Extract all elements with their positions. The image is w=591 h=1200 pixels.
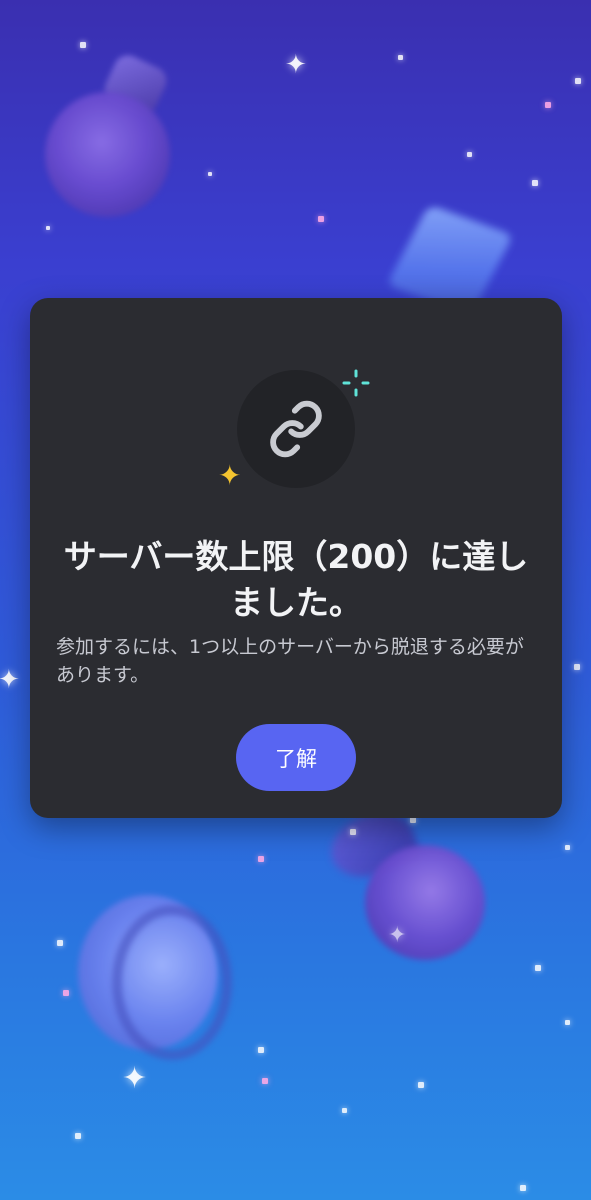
sparkle-decoration [57,940,63,946]
star-icon: ✦ [0,665,20,695]
sparkle-icon: ✦ [218,459,242,492]
link-icon [270,400,322,458]
coin-decoration [112,905,232,1060]
star-icon: ✦ [122,1061,148,1096]
sparkle-decoration [532,180,538,186]
dialog-message: 参加するには、1つ以上のサーバーから脱退する必要があります。 [56,636,524,686]
sparkle-decoration [545,102,551,108]
sparkle-decoration [258,1047,264,1053]
sparkle-decoration [75,1133,81,1139]
sparkle-decoration [575,78,581,84]
star-icon: ✦ [285,50,307,80]
sparkle-icon [342,369,370,397]
sparkle-decoration [565,845,570,850]
sparkle-decoration [63,990,69,996]
sparkle-decoration [535,965,541,971]
star-icon: ✦ [388,923,407,948]
sparkle-decoration [208,172,212,176]
sparkle-decoration [46,226,50,230]
sparkle-decoration [258,856,264,862]
sparkle-decoration [574,664,580,670]
turnip-decoration [365,845,485,960]
link-icon-badge [237,370,355,488]
sparkle-decoration [350,829,356,835]
sparkle-decoration [342,1108,347,1113]
sparkle-decoration [398,55,403,60]
ok-button[interactable]: 了解 [236,724,356,791]
potion-bottle-decoration [45,92,170,217]
sparkle-decoration [565,1020,570,1025]
sparkle-decoration [418,1082,424,1088]
sparkle-decoration [80,42,86,48]
sparkle-decoration [467,152,472,157]
sparkle-decoration [520,1185,526,1191]
sparkle-decoration [318,216,324,222]
sparkle-decoration [262,1078,268,1084]
dialog-title: サーバー数上限（200）に達しました。 [63,537,529,622]
